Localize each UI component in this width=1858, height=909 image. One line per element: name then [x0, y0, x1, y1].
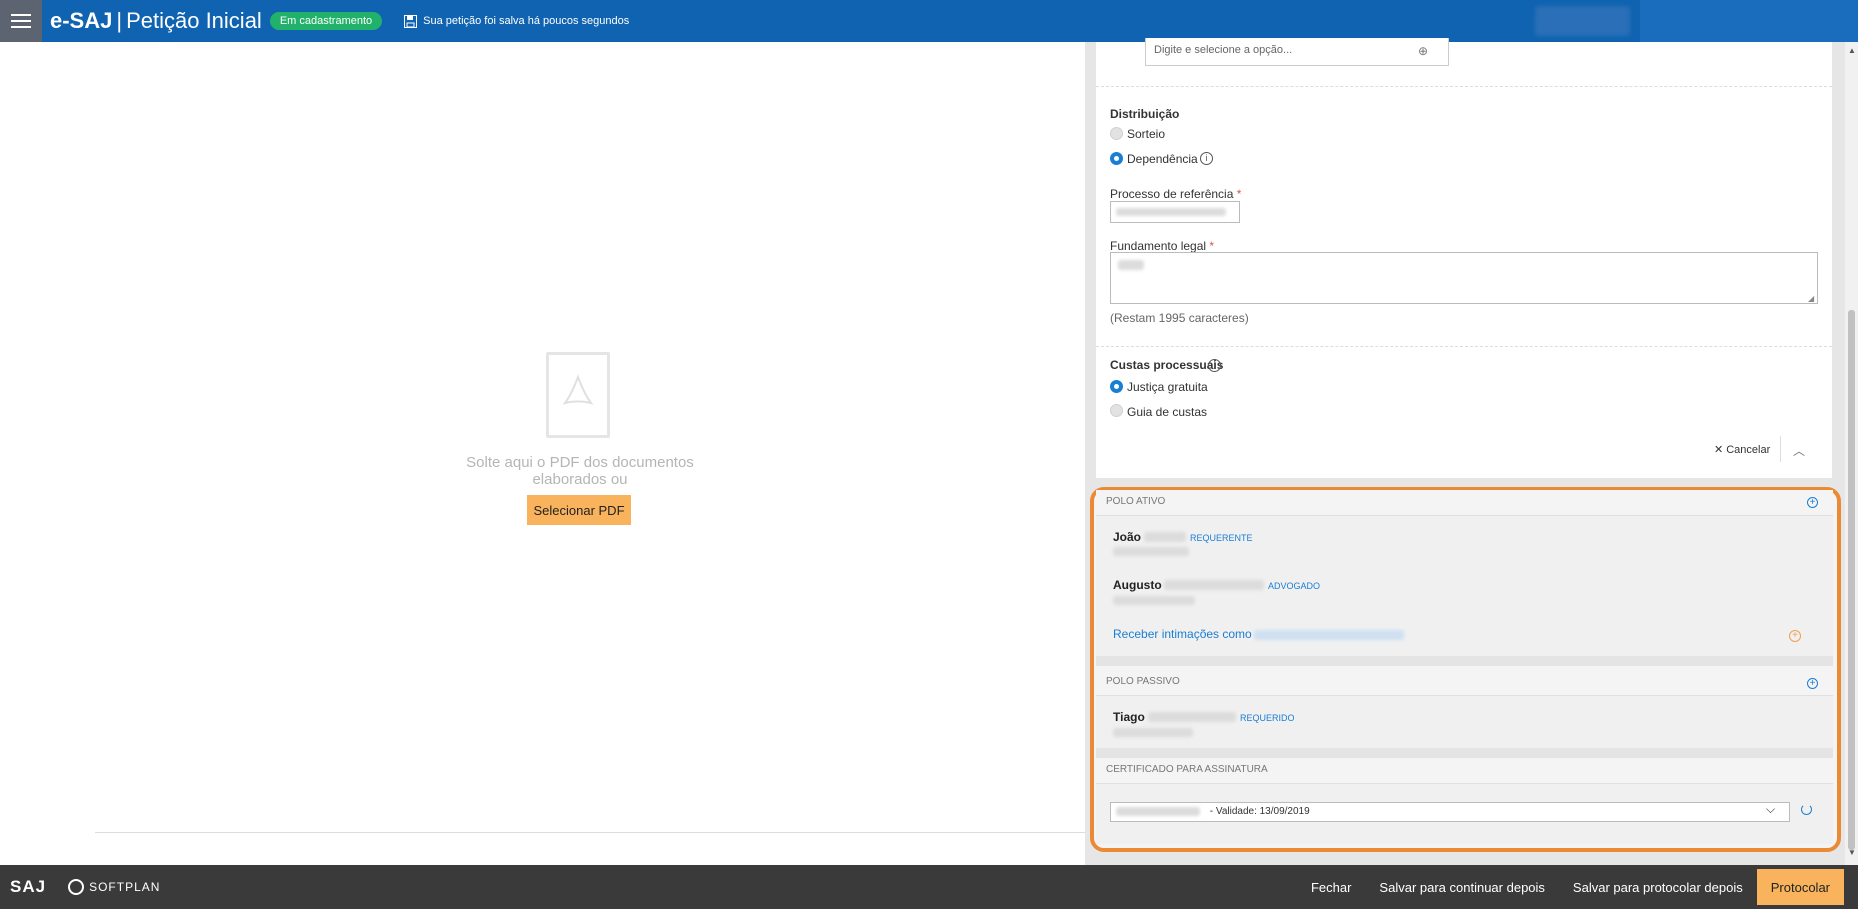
section-gap: [1096, 656, 1833, 666]
saj-logo: SAJ: [10, 877, 47, 896]
fechar-button[interactable]: Fechar: [1297, 865, 1365, 909]
divider: [95, 832, 1085, 833]
polo-passivo-body: [1096, 696, 1833, 748]
radio-justica-gratuita[interactable]: [1110, 380, 1123, 393]
option-search-input[interactable]: Digite e selecione a opção...: [1145, 38, 1449, 66]
user-menu-redacted[interactable]: [1640, 0, 1858, 42]
certificate-validity: - Validade: 13/09/2019: [1209, 806, 1310, 817]
required-mark: *: [1209, 239, 1215, 253]
cancel-button[interactable]: ✕ Cancelar: [1714, 443, 1771, 457]
softplan-logo: SOFTPLAN: [68, 879, 160, 895]
salvar-protocolar-button[interactable]: Salvar para protocolar depois: [1559, 865, 1757, 909]
add-party-icon[interactable]: +: [1807, 678, 1818, 689]
floppy-disk-icon: [404, 14, 418, 28]
redacted-detail: [1113, 728, 1193, 737]
party-role: REQUERENTE: [1190, 533, 1253, 543]
party-role: REQUERIDO: [1240, 713, 1295, 723]
scroll-down-icon[interactable]: ▼: [1848, 848, 1856, 857]
radio-guia-custas[interactable]: [1110, 404, 1123, 417]
bottom-bar: SAJ SOFTPLAN Fechar Salvar para continua…: [0, 865, 1858, 909]
add-circle-icon[interactable]: +: [1789, 630, 1801, 642]
page-title: Petição Inicial: [126, 8, 262, 33]
chevron-up-icon[interactable]: ︿: [1793, 442, 1805, 459]
processo-label-text: Processo de referência: [1110, 187, 1234, 201]
add-party-icon[interactable]: +: [1807, 497, 1818, 508]
chars-remaining: (Restam 1995 caracteres): [1110, 311, 1249, 325]
redacted-cert-owner: [1116, 807, 1200, 816]
party-name[interactable]: Tiago: [1113, 710, 1145, 724]
party-name[interactable]: Augusto: [1113, 578, 1162, 592]
redacted-detail: [1113, 596, 1195, 605]
footer-actions: Fechar Salvar para continuar depois Salv…: [1297, 865, 1858, 909]
justica-gratuita-label: Justiça gratuita: [1127, 380, 1208, 394]
polo-passivo-header: POLO PASSIVO: [1096, 670, 1833, 696]
party-name[interactable]: João: [1113, 530, 1141, 544]
drop-text-line2: elaborados ou: [532, 471, 628, 488]
top-bar: e-SAJ | Petição Inicial Em cadastramento…: [0, 0, 1858, 42]
user-info-redacted: [1535, 6, 1630, 36]
distribuicao-label: Distribuição: [1110, 107, 1180, 121]
cancel-label: Cancelar: [1726, 443, 1771, 456]
radio-sorteio[interactable]: [1110, 127, 1123, 140]
polo-ativo-header: POLO ATIVO: [1096, 490, 1833, 516]
softplan-brand: SOFTPLAN: [89, 880, 161, 894]
party-role: ADVOGADO: [1268, 581, 1321, 591]
certificado-header: CERTIFICADO PARA ASSINATURA: [1096, 758, 1833, 784]
info-icon[interactable]: i: [1200, 152, 1213, 165]
receber-intimacoes-link[interactable]: Receber intimações como: [1113, 627, 1252, 641]
info-icon[interactable]: i: [1208, 359, 1221, 372]
redacted-text: [1118, 260, 1144, 270]
processo-label: Processo de referência *: [1110, 187, 1241, 201]
polo-passivo-title: POLO PASSIVO: [1106, 676, 1180, 687]
certificado-title: CERTIFICADO PARA ASSINATURA: [1106, 764, 1268, 775]
resize-handle-icon[interactable]: ◢: [1808, 294, 1814, 303]
scrollbar-thumb[interactable]: [1848, 310, 1855, 850]
refresh-icon[interactable]: [1801, 804, 1812, 815]
custas-label: Custas processuais: [1110, 358, 1224, 372]
scroll-up-icon[interactable]: ▲: [1848, 46, 1856, 55]
fundamento-legal-textarea[interactable]: [1110, 252, 1818, 304]
dependencia-label: Dependência: [1127, 152, 1198, 166]
redacted-name: [1148, 712, 1236, 722]
save-status: Sua petição foi salva há poucos segundos: [404, 14, 630, 28]
sorteio-label: Sorteio: [1127, 127, 1166, 141]
polo-ativo-title: POLO ATIVO: [1106, 496, 1166, 507]
required-mark: *: [1236, 187, 1242, 201]
guia-custas-label: Guia de custas: [1127, 405, 1208, 419]
fundamento-label: Fundamento legal *: [1110, 239, 1214, 253]
salvar-continuar-button[interactable]: Salvar para continuar depois: [1365, 865, 1559, 909]
drop-text-line1: Solte aqui o PDF dos documentos: [466, 454, 694, 471]
redacted-name: [1144, 532, 1186, 542]
section-divider: [1096, 86, 1832, 87]
pdf-file-icon: [546, 352, 610, 438]
protocolar-button[interactable]: Protocolar: [1756, 869, 1844, 905]
chevron-down-icon[interactable]: ⌵: [1766, 802, 1775, 817]
redacted-name: [1164, 580, 1264, 590]
title-separator: |: [116, 8, 123, 33]
certificate-select[interactable]: - Validade: 13/09/2019: [1110, 802, 1790, 822]
redacted-detail: [1113, 547, 1189, 556]
section-divider: [1096, 346, 1832, 347]
radio-dependencia[interactable]: [1110, 152, 1123, 165]
redacted-link-target: [1254, 630, 1404, 640]
select-pdf-button[interactable]: Selecionar PDF: [527, 495, 631, 525]
save-message: Sua petição foi salva há poucos segundos: [423, 15, 630, 27]
softplan-mark-icon: [68, 879, 85, 895]
status-badge: Em cadastramento: [269, 12, 383, 30]
add-circle-icon[interactable]: ⊕: [1418, 44, 1428, 58]
app-name: e-SAJ: [50, 8, 113, 33]
divider: [1780, 436, 1781, 462]
menu-icon[interactable]: [0, 0, 42, 42]
section-gap: [1096, 748, 1833, 758]
close-icon: ✕: [1714, 444, 1724, 456]
fundamento-label-text: Fundamento legal: [1110, 239, 1207, 253]
drop-instructions: Solte aqui o PDF dos documentos elaborad…: [440, 454, 720, 488]
redacted-value: [1116, 208, 1226, 216]
